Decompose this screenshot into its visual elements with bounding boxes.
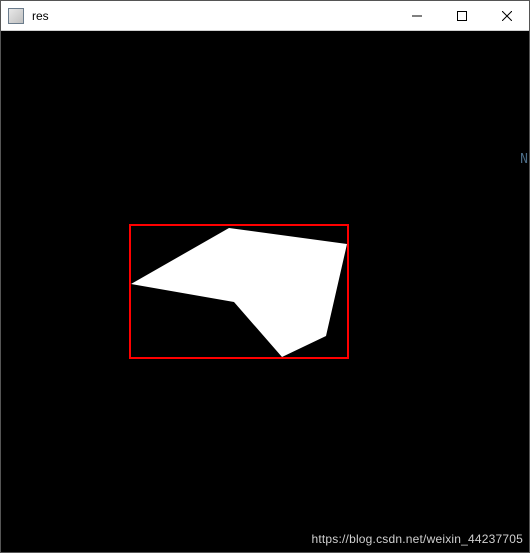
- titlebar[interactable]: res: [1, 1, 529, 31]
- watermark-text: https://blog.csdn.net/weixin_44237705: [311, 532, 523, 546]
- image-app-icon: [8, 8, 24, 24]
- close-icon: [502, 11, 512, 21]
- maximize-icon: [457, 11, 467, 21]
- app-window: res: [0, 0, 530, 553]
- minimize-icon: [412, 11, 422, 21]
- canvas-surface: [1, 31, 529, 552]
- image-canvas: https://blog.csdn.net/weixin_44237705: [1, 31, 529, 552]
- maximize-button[interactable]: [439, 1, 484, 30]
- side-letter: N: [520, 152, 528, 167]
- bounding-rect: [129, 224, 349, 359]
- window-title: res: [32, 9, 394, 23]
- close-button[interactable]: [484, 1, 529, 30]
- window-controls: [394, 1, 529, 30]
- minimize-button[interactable]: [394, 1, 439, 30]
